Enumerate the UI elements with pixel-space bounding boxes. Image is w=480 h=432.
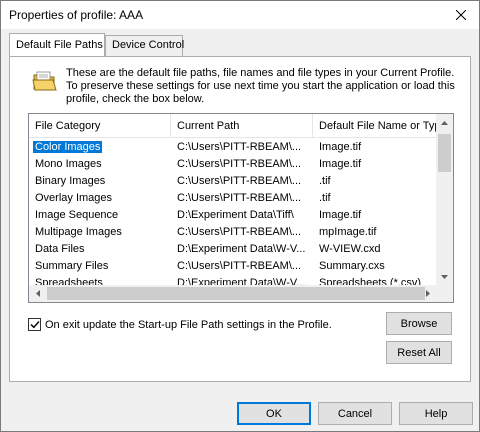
table-row[interactable]: Image Sequence D:\Experiment Data\Tiff\ Im… (29, 207, 436, 224)
file-category-label: Summary Files (35, 260, 109, 272)
cell-file-category: Overlay Images (29, 190, 171, 207)
cell-current-path: D:\Experiment Data\Tiff\ (177, 209, 294, 221)
list-header: File Category Current Path Default File … (29, 114, 436, 138)
cell-default-file-name: mpImage.tif (319, 226, 377, 238)
tab-device-control[interactable]: Device Control (105, 35, 185, 56)
table-row[interactable]: Overlay Images C:\Users\PITT-RBEAM\... .ti… (29, 190, 436, 207)
scroll-left-button[interactable] (29, 285, 46, 302)
file-category-label: Data Files (35, 243, 85, 255)
close-icon (456, 10, 466, 20)
file-category-label: Multipage Images (35, 226, 122, 238)
column-header-default-file-name[interactable]: Default File Name or Typ (313, 114, 436, 138)
cell-default-file-name: Image.tif (319, 141, 362, 153)
cell-file-category: Summary Files (29, 258, 171, 275)
cell-current-path: C:\Users\PITT-RBEAM\... (177, 141, 302, 153)
file-category-label: Spreadsheets (35, 277, 103, 285)
file-category-label: Overlay Images (35, 192, 113, 204)
table-row[interactable]: Summary Files C:\Users\PITT-RBEAM\... Summ… (29, 258, 436, 275)
table-row[interactable]: Mono Images C:\Users\PITT-RBEAM\... Image.… (29, 156, 436, 173)
column-header-current-path[interactable]: Current Path (171, 114, 313, 138)
properties-dialog: Properties of profile: AAA Default File … (0, 0, 480, 432)
cell-default-file-name: .tif (319, 175, 331, 187)
cell-file-category: Multipage Images (29, 224, 171, 241)
description-text: These are the default file paths, file n… (66, 67, 455, 105)
file-category-label: Mono Images (35, 158, 102, 170)
chevron-down-icon (441, 274, 448, 279)
vertical-scrollbar[interactable] (436, 114, 453, 285)
cell-default-file-name: W-VIEW.cxd (319, 243, 381, 255)
ok-button[interactable]: OK (237, 402, 311, 425)
table-row[interactable]: Binary Images C:\Users\PITT-RBEAM\... .tif (29, 173, 436, 190)
cell-current-path: D:\Experiment Data\W-V... (177, 277, 306, 285)
tab-default-file-paths[interactable]: Default File Paths (9, 33, 105, 56)
file-category-label: Color Images (33, 141, 103, 153)
horizontal-scroll-thumb[interactable] (47, 287, 425, 300)
cell-current-path: C:\Users\PITT-RBEAM\... (177, 158, 302, 170)
scroll-up-button[interactable] (436, 114, 453, 131)
close-button[interactable] (443, 1, 479, 29)
chevron-left-icon (35, 290, 40, 297)
update-startup-paths-option[interactable]: On exit update the Start-up File Path se… (28, 318, 332, 331)
checkbox-label: On exit update the Start-up File Path se… (45, 318, 332, 331)
update-startup-paths-checkbox[interactable] (28, 318, 41, 331)
table-row[interactable]: Multipage Images C:\Users\PITT-RBEAM\... m… (29, 224, 436, 241)
reset-all-button[interactable]: Reset All (386, 341, 452, 364)
cell-default-file-name: Spreadsheets (*.csv) (319, 277, 422, 285)
file-path-list[interactable]: File Category Current Path Default File … (28, 113, 454, 303)
cell-default-file-name: Image.tif (319, 158, 362, 170)
table-row[interactable]: Spreadsheets D:\Experiment Data\W-V... Spr… (29, 275, 436, 285)
cell-default-file-name: Image.tif (319, 209, 362, 221)
cell-file-category: Spreadsheets (29, 275, 171, 285)
vertical-scroll-thumb[interactable] (438, 134, 451, 172)
cell-current-path: D:\Experiment Data\W-V... (177, 243, 306, 255)
tab-label: Device Control (112, 39, 185, 51)
chevron-up-icon (441, 120, 448, 125)
help-button[interactable]: Help (399, 402, 473, 425)
cell-default-file-name: .tif (319, 192, 331, 204)
horizontal-scrollbar[interactable] (29, 285, 436, 302)
list-rows: Color Images C:\Users\PITT-RBEAM\... Image… (29, 139, 436, 285)
chevron-right-icon (425, 290, 430, 297)
cell-current-path: C:\Users\PITT-RBEAM\... (177, 192, 302, 204)
title-bar: Properties of profile: AAA (1, 1, 479, 29)
file-category-label: Image Sequence (35, 209, 119, 221)
browse-button[interactable]: Browse (386, 312, 452, 335)
cell-file-category: Mono Images (29, 156, 171, 173)
open-folder-icon (32, 71, 57, 91)
cell-current-path: C:\Users\PITT-RBEAM\... (177, 226, 302, 238)
scroll-down-button[interactable] (436, 268, 453, 285)
cell-file-category: Binary Images (29, 173, 171, 190)
tab-panel: These are the default file paths, file n… (9, 56, 471, 382)
table-row[interactable]: Color Images C:\Users\PITT-RBEAM\... Image… (29, 139, 436, 156)
scrollbar-corner (436, 285, 453, 302)
cell-default-file-name: Summary.cxs (319, 260, 385, 272)
column-header-file-category[interactable]: File Category (29, 114, 171, 138)
cell-current-path: C:\Users\PITT-RBEAM\... (177, 175, 302, 187)
file-category-label: Binary Images (35, 175, 106, 187)
cell-current-path: C:\Users\PITT-RBEAM\... (177, 260, 302, 272)
checkmark-icon (30, 321, 40, 329)
cell-file-category: Color Images (29, 139, 171, 156)
tab-label: Default File Paths (16, 39, 103, 51)
table-row[interactable]: Data Files D:\Experiment Data\W-V... W-VIE… (29, 241, 436, 258)
cancel-button[interactable]: Cancel (318, 402, 392, 425)
cell-file-category: Image Sequence (29, 207, 171, 224)
scroll-right-button[interactable] (419, 285, 436, 302)
window-title: Properties of profile: AAA (9, 8, 144, 22)
cell-file-category: Data Files (29, 241, 171, 258)
